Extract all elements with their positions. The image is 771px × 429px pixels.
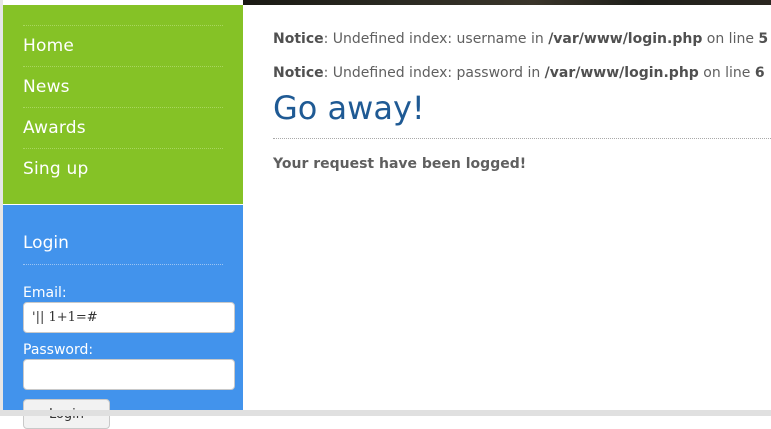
password-input[interactable] [23,359,235,390]
nav-list: Home News Awards Sing up [23,25,223,189]
nav-item-home: Home [23,25,223,66]
horizontal-scrollbar[interactable] [0,410,771,416]
heading-divider [273,138,771,139]
page-heading: Go away! [273,89,425,127]
main-content: Notice: Undefined index: username in /va… [243,5,771,416]
php-notice-password: Notice: Undefined index: password in /va… [273,65,765,81]
notice-mid: on line [702,31,759,47]
login-divider [23,264,223,265]
main-navigation: Home News Awards Sing up [3,5,243,204]
notice-prefix: Notice [273,65,324,81]
nav-link-home[interactable]: Home [23,36,74,56]
notice-prefix: Notice [273,31,324,47]
sidebar: Home News Awards Sing up Login Email: Pa… [3,0,243,429]
logged-message: Your request have been logged! [273,156,527,172]
php-notice-username: Notice: Undefined index: username in /va… [273,31,768,47]
login-panel: Login Email: Password: Login [3,205,243,429]
nav-item-awards: Awards [23,107,223,148]
notice-line: 5 [758,31,769,47]
notice-mid: on line [698,65,755,81]
notice-text: : Undefined index: username in [323,31,549,47]
email-label: Email: [23,285,67,301]
nav-link-awards[interactable]: Awards [23,118,86,138]
email-input[interactable] [23,302,235,333]
nav-link-news[interactable]: News [23,77,70,97]
nav-item-sign-up: Sing up [23,148,223,189]
notice-text: : Undefined index: password in [323,65,545,81]
nav-item-news: News [23,66,223,107]
login-title: Login [23,233,69,253]
nav-link-sign-up[interactable]: Sing up [23,159,88,179]
notice-line: 6 [754,65,765,81]
notice-file: /var/www/login.php [548,31,703,47]
password-label: Password: [23,342,94,358]
notice-file: /var/www/login.php [544,65,699,81]
